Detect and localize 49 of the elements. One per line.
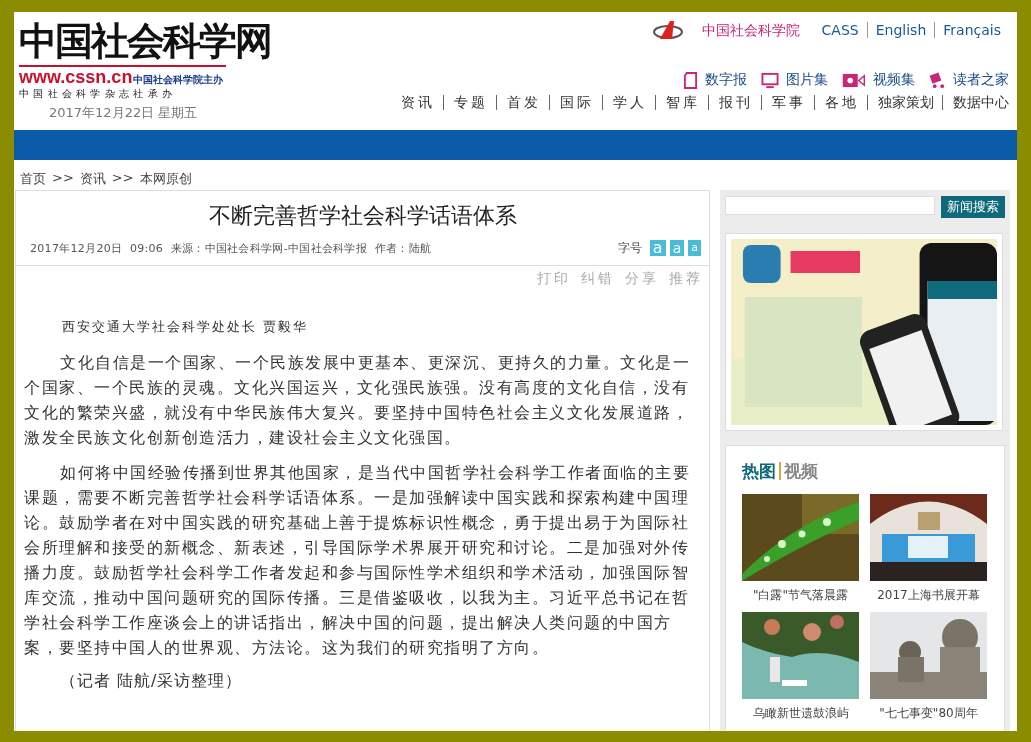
nav-link[interactable]: 智库 — [655, 95, 708, 110]
breadcrumb-link[interactable]: 本网原创 — [139, 170, 192, 190]
breadcrumb-separator: >> — [52, 170, 74, 187]
breadcrumb-link[interactable]: 首页 — [20, 170, 46, 190]
monitor-icon — [761, 71, 779, 89]
channel-link[interactable]: 读者之家 — [929, 71, 1009, 89]
publisher-text: 中国社会科学杂志社承办 — [19, 87, 178, 100]
search-field[interactable] — [725, 196, 935, 215]
media-tab[interactable]: 热图 — [742, 459, 776, 483]
article-paragraph: 文化自信是一个国家、一个民族发展中更基本、更深沉、更持久的力量。文化是一个国家、一个民族的灵魂。文化兴国运兴，文化强民族强。没有高度的文化自信，没有文化的繁荣兴盛，就没有中华民族伟大复兴。要坚持中国特色社会主义文化发展道路，激发全民族文化创新创造活力，建设社会主义文化强国。 — [24, 352, 691, 449]
nav-link[interactable]: 资讯 — [391, 95, 443, 110]
article-meta: 2017年12月20日 09:06 来源：中国社会科学网-中国社会科学报 作者：陆航 — [30, 240, 432, 256]
nav-link[interactable]: 首发 — [496, 95, 549, 110]
search-button[interactable]: 新闻搜索 — [941, 196, 1005, 218]
breadcrumb-link[interactable]: 资讯 — [79, 170, 106, 190]
top-link[interactable]: English — [866, 22, 935, 38]
reporter-note: （记者 陆航/采访整理） — [59, 670, 244, 692]
nav-link[interactable]: 独家策划 — [867, 95, 942, 110]
site-url: www.cssn.cn — [19, 68, 133, 87]
top-link[interactable]: CASS — [813, 22, 867, 38]
picture-caption[interactable]: "七七事变"80周年 — [879, 704, 978, 722]
nav-link[interactable]: 学人 — [602, 95, 655, 110]
date-text: 2017年12月22日 星期五 — [49, 105, 199, 121]
nav-link[interactable]: 国际 — [549, 95, 602, 110]
sponsor-text: 中国社会科学院主办 — [133, 73, 224, 87]
picture-caption[interactable]: 2017上海书展开幕 — [877, 586, 980, 604]
nav-link[interactable]: 数据中心 — [942, 95, 1009, 110]
top-link[interactable]: 中国社会科学院 — [693, 22, 814, 38]
author-byline: 西安交通大学社会科学处处长 贾毅华 — [62, 318, 310, 336]
channel-link[interactable]: 数字报 — [683, 71, 747, 89]
top-link[interactable]: Français — [934, 22, 1009, 38]
picture-caption[interactable]: "白露"节气落晨露 — [752, 586, 848, 604]
channel-link[interactable]: 图片集 — [761, 71, 828, 89]
nav-link[interactable]: 各地 — [814, 95, 867, 110]
media-tab[interactable]: 视频 — [784, 459, 818, 483]
picture-caption[interactable]: 乌瞰新世遗鼓浪屿 — [752, 704, 849, 722]
breadcrumb-separator: >> — [111, 170, 134, 187]
article-paragraph: 如何将中国经验传播到世界其他国家，是当代中国哲学社会科学工作者面临的主要课题，需要不断完善哲学社会科学话语体系。一是加强解读中国实践和探索构建中国理论。鼓励学者在对中国实践的研究基础上善于提炼标识性概念，勇于提出易于为国际社会所理解和接受的新概念、新表述，引导国际学术界展开研究和讨论。二是加强对外传播力度。鼓励哲学社会科学工作者发起和参与国际性学术组织和学术活动，加强国际智库交流，推动中国问题研究的国际传播。三是借鉴吸收，以我为主。习近平总书记在哲学社会科学工作座谈会上的讲话指出，解决中国的问题，提出解决人类问题的中国方案，要坚持中国人的世界观、方法论。这为我们的研究指明了方向。 — [24, 462, 691, 659]
site-logo-title[interactable]: 中国社会科学网 — [19, 20, 279, 62]
cart-icon — [929, 71, 946, 89]
nav-link[interactable]: 专题 — [443, 95, 496, 110]
channel-link[interactable]: 视频集 — [842, 71, 915, 89]
document-icon — [683, 71, 698, 89]
video-camera-icon — [842, 72, 866, 88]
nav-link[interactable]: 军事 — [761, 95, 814, 110]
academy-logo-icon — [651, 19, 684, 41]
font-size-label: 字号 — [617, 239, 642, 257]
article-title: 不断完善哲学社会科学话语体系 — [207, 203, 518, 229]
nav-link[interactable]: 报刊 — [708, 95, 761, 110]
